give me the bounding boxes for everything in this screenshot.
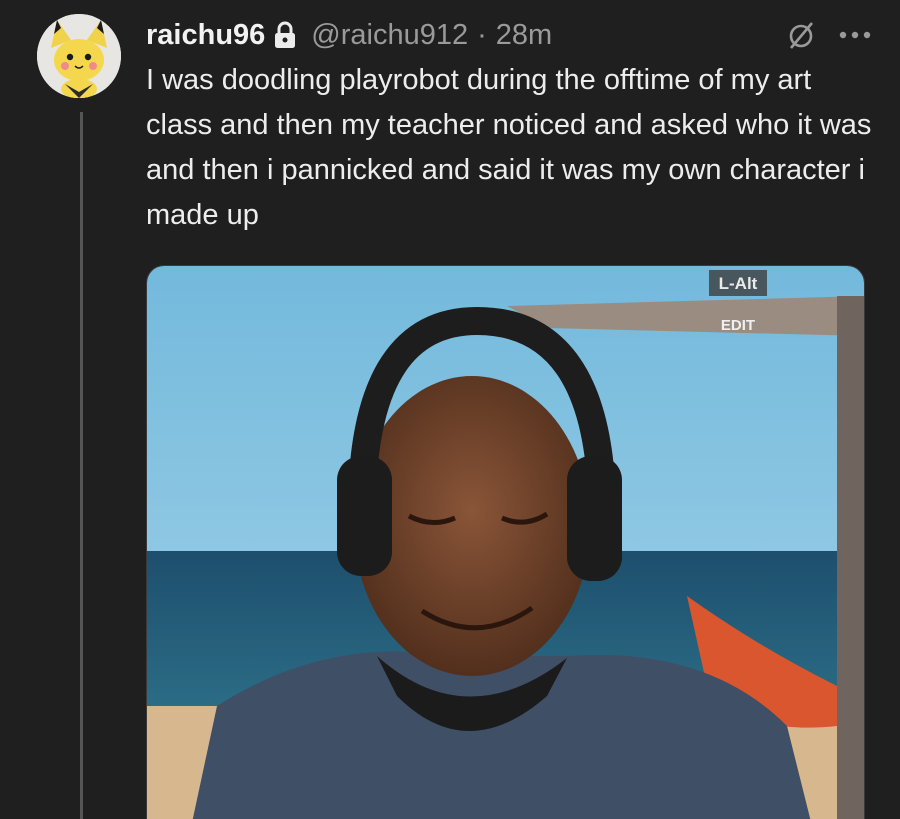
timestamp[interactable]: 28m: [496, 19, 552, 52]
post-image[interactable]: L-Alt EDIT: [146, 265, 865, 819]
video-frame-image: L-Alt EDIT: [147, 266, 864, 819]
lock-icon: [273, 20, 297, 50]
more-options-icon[interactable]: [838, 30, 872, 40]
post-header: raichu96 @raichu912 · 28m: [146, 16, 872, 54]
avatar[interactable]: [37, 14, 121, 98]
thread-line: [80, 112, 83, 819]
post: raichu96 @raichu912 · 28m I was doodling…: [0, 0, 900, 819]
user-handle[interactable]: @raichu912: [311, 19, 468, 52]
separator: ·: [477, 18, 487, 51]
header-actions: [784, 16, 872, 54]
pichu-avatar-icon: [37, 14, 121, 98]
overlay-label-1: L-Alt: [719, 274, 758, 293]
display-name[interactable]: raichu96: [146, 19, 265, 52]
overlay-label-2: EDIT: [721, 317, 755, 334]
post-text: I was doodling playrobot during the offt…: [146, 64, 872, 231]
slashed-circle-icon[interactable]: [784, 18, 818, 52]
